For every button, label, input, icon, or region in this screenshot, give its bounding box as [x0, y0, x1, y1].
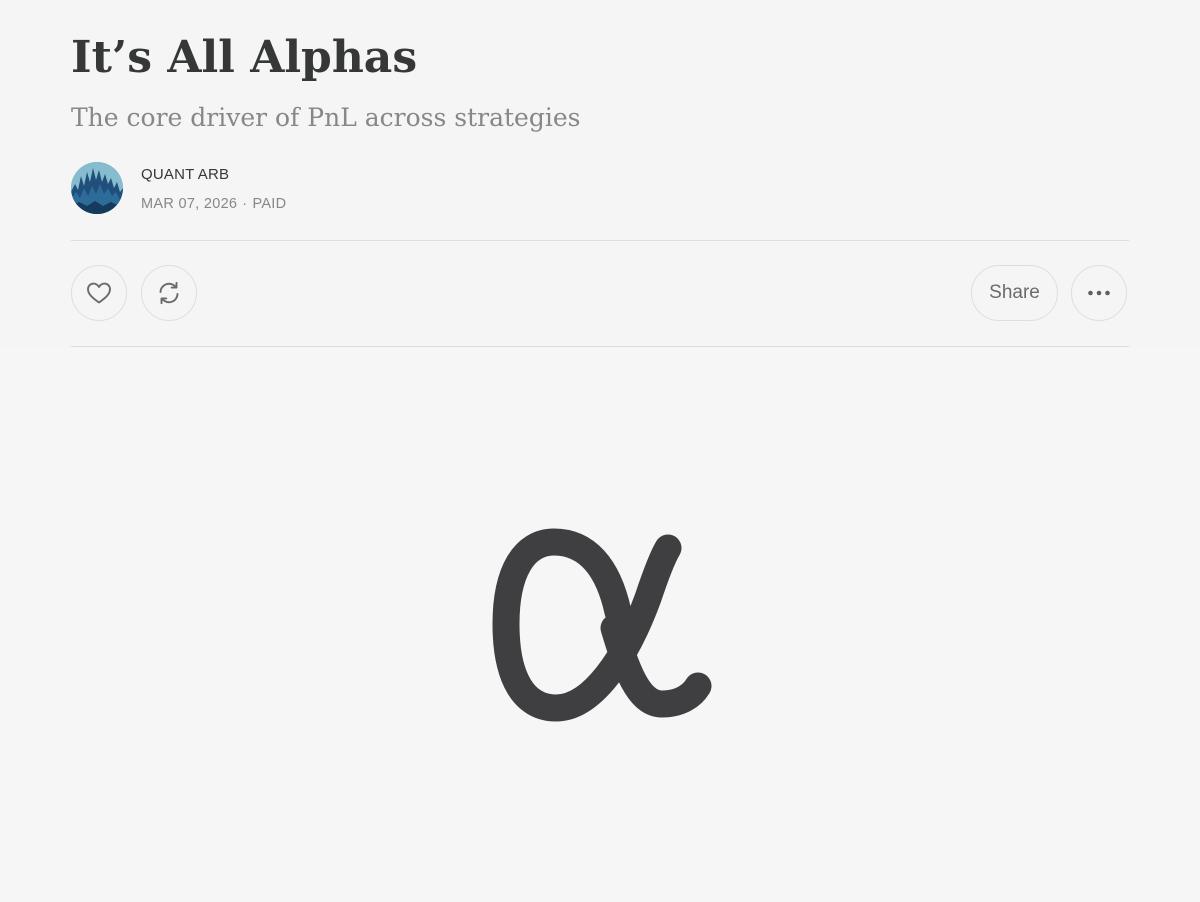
ellipsis-icon	[1087, 290, 1111, 296]
author-avatar[interactable]	[71, 162, 123, 214]
share-button[interactable]: Share	[971, 265, 1058, 321]
access-badge: PAID	[252, 196, 287, 212]
restack-button[interactable]	[141, 265, 197, 321]
restack-icon	[156, 280, 182, 306]
share-button-label: Share	[989, 282, 1040, 303]
post-meta: MAR 07, 2026 · PAID	[141, 195, 286, 213]
alpha-symbol-image	[490, 528, 714, 729]
post-date: MAR 07, 2026	[141, 196, 238, 212]
avatar-image	[71, 162, 123, 214]
author-name[interactable]: QUANT ARB	[141, 166, 229, 184]
meta-separator: ·	[242, 196, 248, 212]
divider-top	[71, 240, 1129, 241]
like-button[interactable]	[71, 265, 127, 321]
post-title: It’s All Alphas	[71, 32, 418, 83]
post-subtitle: The core driver of PnL across strategies	[71, 103, 581, 132]
byline: QUANT ARB MAR 07, 2026 · PAID	[71, 162, 471, 214]
more-options-button[interactable]	[1071, 265, 1127, 321]
heart-icon	[86, 281, 112, 305]
